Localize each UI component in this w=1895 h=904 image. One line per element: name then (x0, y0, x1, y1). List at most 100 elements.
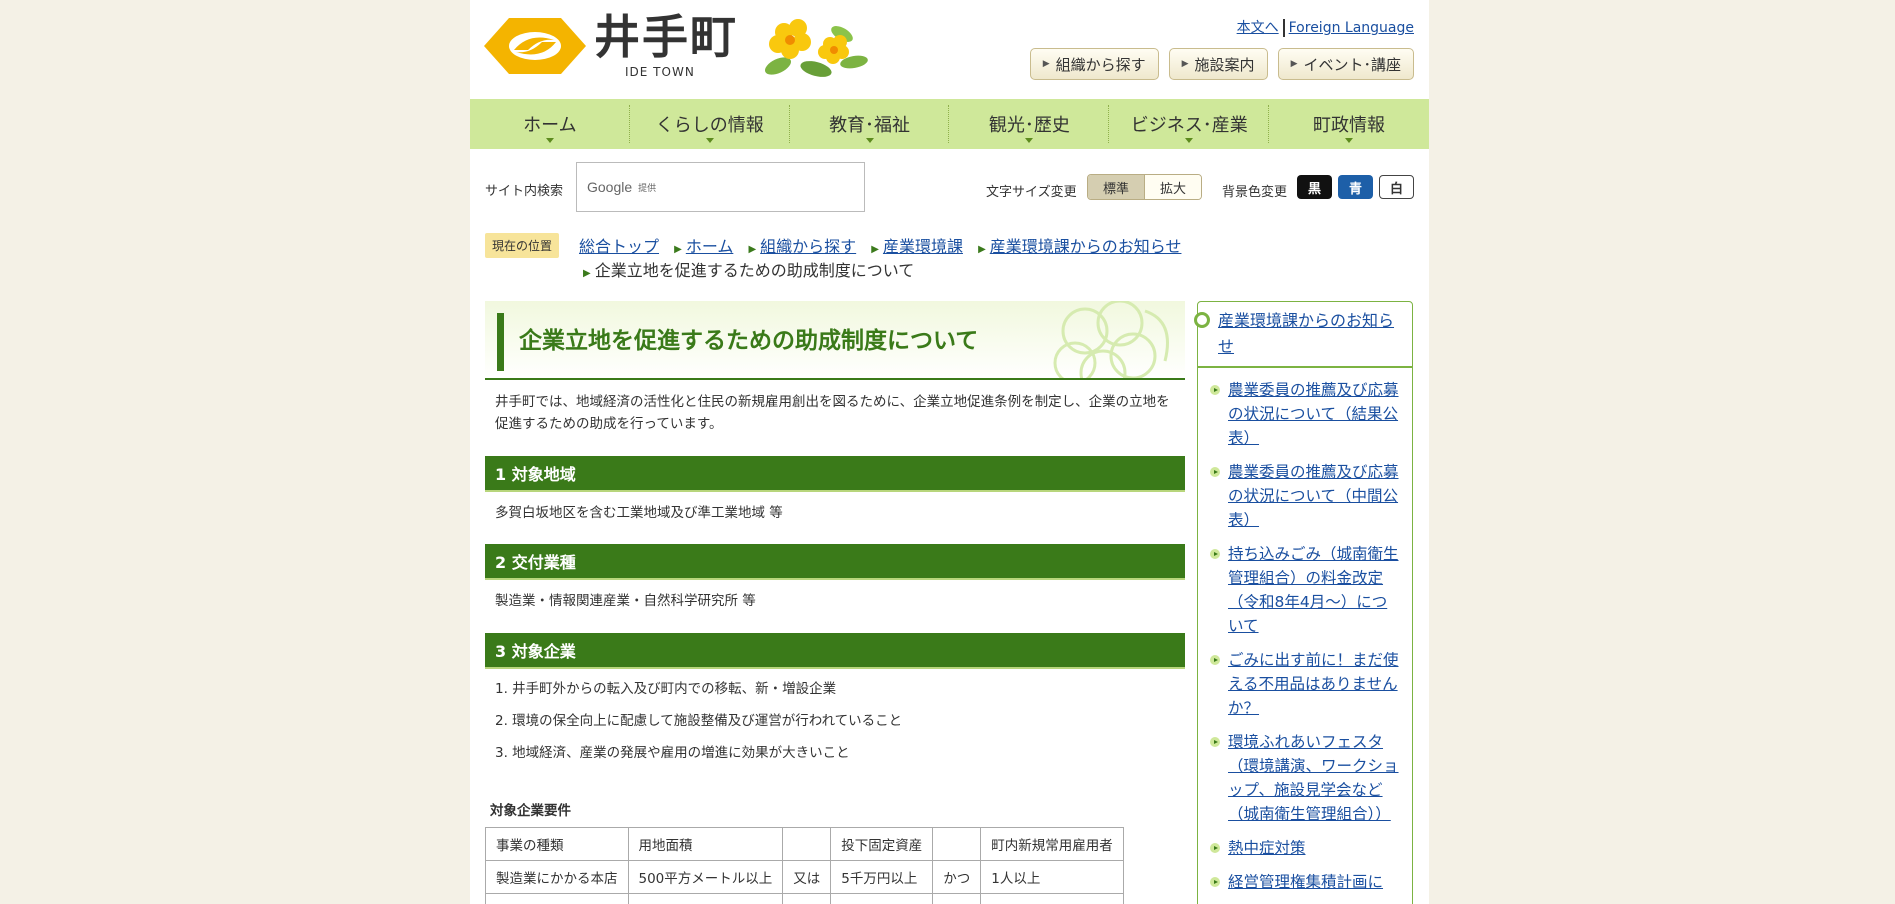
breadcrumb-dept[interactable]: 産業環境課 (883, 237, 963, 256)
breadcrumb-current-row: ▶ 企業立地を促進するための助成制度について (583, 257, 914, 281)
table-cell (782, 893, 832, 904)
sidebar: 産業環境課からのお知らせ 農業委員の推薦及び応募の状況について（結果公表） 農業… (1194, 301, 1413, 904)
arrow-bullet-icon (1210, 549, 1220, 559)
sidebar-item: 経営管理権集積計画に (1208, 870, 1402, 894)
header-buttons: ▶ 組織から探す ▶ 施設案内 ▶ イベント･講座 (1029, 48, 1414, 80)
logo-text: 井手町 (594, 10, 738, 64)
breadcrumb-news[interactable]: 産業環境課からのお知らせ (990, 237, 1182, 256)
chevron-down-icon (1345, 138, 1354, 143)
table-cell (485, 893, 629, 904)
button-label: 組織から探す (1055, 55, 1146, 74)
section-text: 製造業・情報関連産業・自然科学研究所 等 (495, 593, 756, 609)
bg-black-button[interactable]: 黒 (1297, 175, 1332, 199)
table-cell: 500平方メートル以上 (627, 860, 784, 894)
table-cell: 又は (782, 860, 832, 894)
yamabuki-flower-icon (764, 19, 868, 77)
arrow-bullet-icon (1210, 467, 1220, 477)
table-header-cell: 用地面積 (627, 827, 784, 861)
table-row: 製造業にかかる本店 500平方メートル以上 又は 5千万円以上 かつ 1人以上 (485, 860, 1124, 894)
table-cell: 5千万円以上 (830, 860, 934, 894)
table-cell: 1人以上 (980, 860, 1124, 894)
triangle-right-icon: ▶ (1042, 59, 1050, 69)
nav-business[interactable]: ビジネス･産業 (1109, 99, 1269, 149)
flower-watermark-icon (1053, 301, 1169, 378)
sidebar-link[interactable]: 農業委員の推薦及び応募の状況について（結果公表） (1228, 381, 1399, 447)
sidebar-title-link[interactable]: 産業環境課からのお知らせ (1218, 311, 1394, 356)
sidebar-item: 農業委員の推薦及び応募の状況について（中間公表） (1208, 460, 1402, 532)
nav-tourism[interactable]: 観光･歴史 (949, 99, 1110, 149)
ring-bullet-icon (1194, 312, 1210, 328)
table-cell (627, 893, 784, 904)
breadcrumb-current: 企業立地を促進するための助成制度について (594, 261, 915, 280)
arrow-bullet-icon (1210, 877, 1220, 887)
chevron-down-icon (865, 138, 874, 143)
event-button[interactable]: ▶ イベント･講座 (1277, 48, 1414, 80)
button-label: 施設案内 (1194, 55, 1255, 74)
triangle-right-icon: ▶ (1290, 59, 1298, 69)
nav-label: 町政情報 (1313, 115, 1386, 136)
chevron-down-icon (1025, 138, 1034, 143)
provided-by-label: 提供 (638, 183, 657, 194)
bg-blue-button[interactable]: 青 (1338, 175, 1373, 199)
table-header-cell (782, 827, 832, 861)
font-size-group: 標準 拡大 (1087, 174, 1202, 200)
sidebar-item: 持ち込みごみ（城南衛生管理組合）の料金改定（令和8年4月～）について (1208, 542, 1402, 638)
main-content: 企業立地を促進するための助成制度について 井手町では、地域経済の活性化と住民の新… (485, 301, 1185, 904)
sidebar-link[interactable]: 持ち込みごみ（城南衛生管理組合）の料金改定（令和8年4月～）について (1228, 545, 1399, 635)
table-header-cell: 町内新規常用雇用者 (980, 827, 1124, 861)
current-location-badge: 現在の位置 (485, 233, 560, 258)
section-heading: 2 交付業種 (485, 544, 1185, 580)
sidebar-item: 農業委員の推薦及び応募の状況について（結果公表） (1208, 378, 1402, 450)
table-cell: かつ (932, 860, 982, 894)
skip-to-content-link[interactable]: 本文へ (1237, 20, 1279, 36)
town-logo-icon[interactable] (484, 14, 586, 78)
nav-education[interactable]: 教育･福祉 (790, 99, 950, 149)
list-item: 3. 地域経済、産業の発展や雇用の増進に効果が大きいこと (495, 745, 850, 761)
chevron-down-icon (1185, 138, 1194, 143)
title-accent-bar (497, 313, 504, 371)
arrow-bullet-icon (1210, 843, 1220, 853)
sidebar-link[interactable]: ごみに出す前に！まだ使える不用品はありませんか？ (1228, 651, 1399, 717)
search-input[interactable]: Google 提供 (576, 162, 865, 212)
facility-button[interactable]: ▶ 施設案内 (1168, 48, 1268, 80)
logo-subtext: IDE TOWN (625, 65, 695, 79)
bg-white-button[interactable]: 白 (1379, 175, 1414, 199)
font-size-label: 文字サイズ変更 (986, 185, 1077, 200)
chevron-down-icon (705, 138, 714, 143)
sidebar-link[interactable]: 熱中症対策 (1228, 839, 1306, 857)
arrow-bullet-icon (1210, 655, 1220, 665)
section-heading: 1 対象地域 (485, 456, 1185, 492)
table-header-row: 事業の種類 用地面積 投下固定資産 町内新規常用雇用者 (485, 827, 1124, 861)
nav-government[interactable]: 町政情報 (1269, 99, 1429, 149)
sidebar-link[interactable]: 農業委員の推薦及び応募の状況について（中間公表） (1228, 463, 1399, 529)
sidebar-item: 環境ふれあいフェスタ（環境講演、ワークショップ、施設見学会など（城南衛生管理組合… (1208, 730, 1402, 826)
breadcrumb-home[interactable]: ホーム (686, 237, 734, 256)
sidebar-list: 農業委員の推薦及び応募の状況について（結果公表） 農業委員の推薦及び応募の状況に… (1198, 368, 1412, 894)
foreign-language-link[interactable]: Foreign Language (1289, 20, 1414, 36)
nav-living[interactable]: くらしの情報 (630, 99, 790, 149)
chevron-down-icon (545, 138, 554, 143)
arrow-right-icon: ▶ (978, 244, 986, 255)
table-header-cell: 投下固定資産 (830, 827, 934, 861)
triangle-right-icon: ▶ (1181, 59, 1189, 69)
page-title-block: 企業立地を促進するための助成制度について (485, 301, 1185, 380)
font-large-button[interactable]: 拡大 (1144, 175, 1201, 199)
arrow-right-icon: ▶ (748, 244, 757, 255)
page: 井手町 IDE TOWN 本文へ Foreign Language ▶ 組織から探す… (470, 0, 1429, 904)
top-links: 本文へ Foreign Language (1237, 17, 1414, 37)
table-row (485, 893, 1124, 904)
breadcrumb-top[interactable]: 総合トップ (579, 237, 659, 256)
nav-label: ホーム (523, 115, 577, 136)
org-search-button[interactable]: ▶ 組織から探す (1029, 48, 1159, 80)
table-cell: 製造業にかかる本店 (485, 860, 629, 894)
sidebar-link[interactable]: 環境ふれあいフェスタ（環境講演、ワークショップ、施設見学会など（城南衛生管理組合… (1228, 733, 1399, 823)
target-company-list: 1. 井手町外からの転入及び町内での移転、新・増設企業 2. 環境の保全向上に配… (495, 673, 1175, 769)
font-standard-button[interactable]: 標準 (1088, 175, 1144, 199)
table-header-cell: 事業の種類 (485, 827, 629, 861)
nav-label: 観光･歴史 (988, 115, 1070, 136)
requirements-title: 対象企業要件 (490, 803, 571, 819)
breadcrumb-org[interactable]: 組織から探す (760, 237, 856, 256)
sidebar-link[interactable]: 経営管理権集積計画に (1228, 873, 1383, 891)
nav-home[interactable]: ホーム (470, 99, 630, 149)
bg-color-label: 背景色変更 (1222, 185, 1288, 200)
